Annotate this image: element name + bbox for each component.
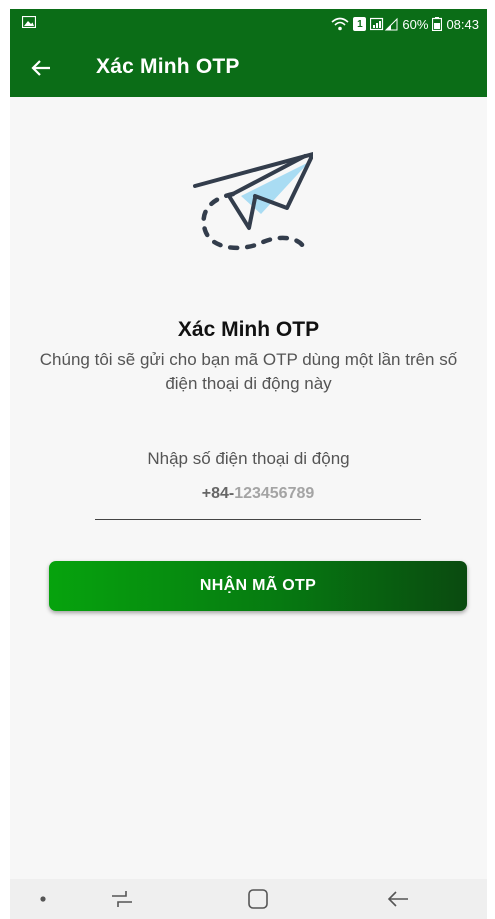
navigation-bar (10, 879, 487, 919)
system-back-button[interactable] (378, 879, 418, 919)
phone-screen: 1 60% 08:43 Xác Minh OTP Xác Minh OTP Ch… (10, 9, 487, 919)
get-otp-button[interactable]: NHẬN MÃ OTP (49, 561, 467, 611)
wifi-icon (331, 17, 349, 31)
battery-icon (432, 17, 443, 31)
sim-slot-label: 1 (357, 18, 363, 30)
recent-apps-icon (112, 891, 132, 907)
home-icon (248, 889, 268, 909)
paper-plane-icon (191, 146, 315, 264)
signal-icon (370, 17, 398, 31)
gallery-icon (21, 15, 38, 30)
battery-percent: 60% (402, 16, 429, 32)
back-button[interactable] (24, 52, 58, 84)
status-bar: 1 60% 08:43 (10, 9, 487, 39)
phone-number-input[interactable]: +84-123456789 (95, 481, 421, 520)
nav-dot-button[interactable] (28, 879, 58, 919)
status-icons: 1 60% 08:43 (331, 9, 479, 39)
app-bar: Xác Minh OTP (10, 39, 487, 97)
main-content: Xác Minh OTP Chúng tôi sẽ gửi cho bạn mã… (10, 97, 487, 879)
phone-label: Nhập số điện thoại di động (147, 449, 350, 468)
clock: 08:43 (446, 16, 479, 32)
get-otp-button-label: NHẬN MÃ OTP (199, 577, 317, 594)
phone-number-placeholder: 123456789 (234, 485, 315, 502)
app-title: Xác Minh OTP (96, 55, 240, 78)
sim-icon: 1 (353, 17, 367, 31)
country-code-prefix: +84- (201, 485, 235, 502)
dot-icon (40, 896, 46, 902)
home-button[interactable] (238, 879, 278, 919)
recent-apps-button[interactable] (102, 879, 142, 919)
otp-description: Chúng tôi sẽ gửi cho bạn mã OTP dùng một… (39, 350, 458, 393)
back-icon (387, 891, 408, 907)
page-heading: Xác Minh OTP (177, 318, 320, 341)
arrow-left-icon (31, 60, 50, 76)
